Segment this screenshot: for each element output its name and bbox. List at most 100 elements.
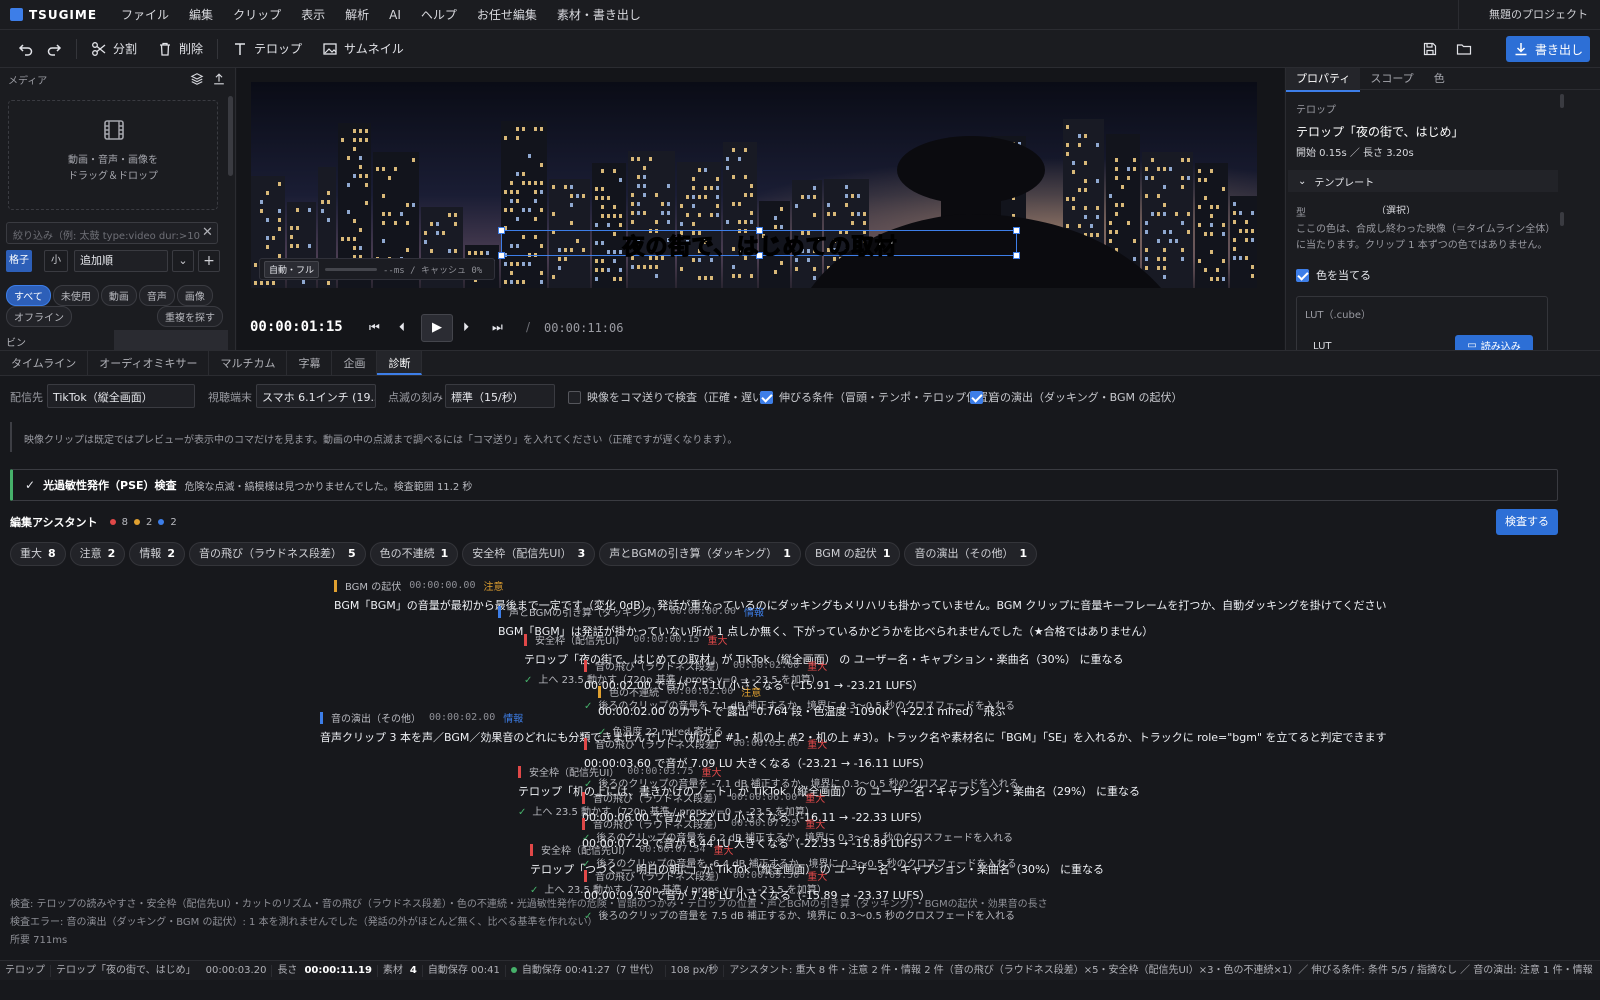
current-timecode[interactable]: 00:00:01:15 bbox=[250, 319, 343, 335]
menu-ai[interactable]: AI bbox=[379, 0, 411, 30]
template-scrollbar[interactable] bbox=[1560, 212, 1564, 226]
growth-conditions-checkbox[interactable]: 伸びる条件（冒頭・テンポ・テロップ位置） bbox=[760, 389, 999, 405]
category-filter-chip[interactable]: 音の飛び（ラウドネス段差） 5 bbox=[188, 542, 366, 566]
window-light bbox=[278, 227, 281, 231]
window-light bbox=[540, 127, 543, 131]
props-scrollbar[interactable] bbox=[1560, 94, 1564, 108]
issue-timestamp[interactable]: 00:00:02.00 bbox=[667, 686, 733, 697]
issue-timestamp[interactable]: 00:00:03.75 bbox=[627, 766, 693, 777]
render-mode-button[interactable]: 自動・フル bbox=[264, 260, 320, 278]
sort-dropdown-button[interactable]: ⌄ bbox=[172, 250, 194, 272]
menu-assets-export[interactable]: 素材・書き出し bbox=[547, 0, 651, 30]
thumbnail-button[interactable]: サムネイル bbox=[312, 34, 414, 64]
save-button[interactable] bbox=[1412, 34, 1448, 64]
category-filter-chip[interactable]: 音の演出（その他） 1 bbox=[904, 542, 1038, 566]
step-back-icon[interactable]: ⏴ bbox=[399, 320, 405, 335]
window-light bbox=[1066, 152, 1069, 156]
window-light bbox=[353, 174, 356, 178]
chip-all[interactable]: すべて bbox=[6, 285, 51, 306]
telop-button[interactable]: テロップ bbox=[222, 34, 312, 64]
chip-offline[interactable]: オフライン bbox=[6, 306, 72, 327]
category-filter-chip[interactable]: 色の不連続 1 bbox=[369, 542, 459, 566]
lut-load-button[interactable]: ▭ 読み込み bbox=[1455, 335, 1533, 350]
device-select[interactable]: スマホ 6.1インチ (19.5:9) bbox=[256, 384, 376, 408]
tab-properties[interactable]: プロパティ bbox=[1286, 68, 1361, 92]
category-filter-chip[interactable]: BGM の起伏 1 bbox=[804, 542, 901, 566]
tab-audio-mixer[interactable]: オーディオミキサー bbox=[88, 351, 210, 375]
issue-timestamp[interactable]: 00:00:07.29 bbox=[731, 818, 797, 829]
window-light bbox=[1133, 167, 1136, 171]
play-button[interactable]: ▶ bbox=[421, 314, 453, 342]
sort-select[interactable]: 追加順 bbox=[74, 250, 168, 272]
tab-scope[interactable]: スコープ bbox=[1360, 68, 1423, 90]
tab-planning[interactable]: 企画 bbox=[332, 351, 378, 375]
media-drop-zone[interactable]: 動画・音声・画像を ドラッグ＆ドロップ bbox=[8, 100, 218, 210]
caption-selection-box[interactable]: 夜の街で、はじめての取材 bbox=[498, 227, 1020, 261]
category-filter-chip[interactable]: 声とBGMの引き算（ダッキング） 1 bbox=[599, 542, 801, 566]
tab-multicam[interactable]: マルチカム bbox=[209, 351, 288, 375]
issue-timestamp[interactable]: 00:00:02.00 bbox=[429, 712, 495, 723]
export-button[interactable]: 書き出し bbox=[1506, 36, 1590, 62]
issue-timestamp[interactable]: 00:00:02.00 bbox=[733, 660, 799, 671]
run-check-button[interactable]: 検査する bbox=[1496, 509, 1558, 535]
destination-select[interactable]: TikTok（縦全画面） bbox=[47, 384, 195, 408]
menu-auto-edit[interactable]: お任せ編集 bbox=[467, 0, 547, 30]
issue-timestamp[interactable]: 00:00:03.60 bbox=[733, 738, 799, 749]
chip-image[interactable]: 画像 bbox=[176, 285, 213, 306]
media-scrollbar[interactable] bbox=[228, 96, 233, 176]
delete-button[interactable]: 削除 bbox=[147, 34, 213, 64]
issue-timestamp[interactable]: 00:00:06.00 bbox=[731, 792, 797, 803]
find-duplicates-button[interactable]: 重複を探す bbox=[157, 306, 223, 327]
menu-help[interactable]: ヘルプ bbox=[411, 0, 467, 30]
issue-header: 音の飛び（ラウドネス段差） 00:00:06.00 重大 bbox=[582, 790, 1013, 805]
go-to-end-icon[interactable]: ⏭ bbox=[492, 320, 503, 335]
timecode-separator: / bbox=[526, 320, 531, 334]
menu-analyze[interactable]: 解析 bbox=[335, 0, 379, 30]
issue-timestamp[interactable]: 00:00:00.00 bbox=[409, 580, 475, 591]
go-to-start-icon[interactable]: ⏮ bbox=[369, 320, 380, 335]
category-filter-chip[interactable]: 情報 2 bbox=[129, 542, 185, 566]
chip-unused[interactable]: 未使用 bbox=[52, 285, 99, 306]
media-thumbnail[interactable] bbox=[114, 330, 228, 350]
chip-video[interactable]: 動画 bbox=[100, 285, 137, 306]
view-grid-button[interactable]: 格子 bbox=[6, 250, 32, 272]
layers-icon[interactable] bbox=[190, 72, 204, 86]
undo-button[interactable] bbox=[8, 34, 44, 64]
tab-diagnostics[interactable]: 診断 bbox=[377, 351, 423, 375]
template-select[interactable]: （選択） bbox=[1376, 202, 1546, 214]
upload-icon[interactable] bbox=[212, 72, 226, 86]
clear-filter-icon[interactable]: ✕ bbox=[202, 225, 213, 240]
media-filter-input[interactable]: 絞り込み（例: 太鼓 type:video dur:>10 bbox=[6, 222, 218, 244]
issue-timestamp[interactable]: 00:00:09.50 bbox=[733, 870, 799, 881]
menu-edit[interactable]: 編集 bbox=[179, 0, 223, 30]
template-section-header[interactable]: ⌄ テンプレート bbox=[1288, 170, 1558, 192]
menu-view[interactable]: 表示 bbox=[291, 0, 335, 30]
issue-timestamp[interactable]: 00:00:07.54 bbox=[639, 844, 705, 855]
menu-file[interactable]: ファイル bbox=[111, 0, 179, 30]
split-button[interactable]: 分割 bbox=[81, 34, 147, 64]
category-filter-chip[interactable]: 安全枠（配信先UI） 3 bbox=[462, 542, 596, 566]
issue-timestamp[interactable]: 00:00:00.15 bbox=[633, 634, 699, 645]
audio-direction-checkbox[interactable]: 音の演出（ダッキング・BGM の起伏） bbox=[970, 389, 1183, 405]
issue-timestamp[interactable]: 00:00:00.00 bbox=[670, 606, 736, 617]
step-forward-icon[interactable]: ⏵ bbox=[463, 320, 469, 335]
redo-button[interactable] bbox=[44, 34, 72, 64]
project-name[interactable]: 無題のプロジェクト bbox=[1458, 0, 1600, 30]
tab-timeline[interactable]: タイムライン bbox=[0, 351, 89, 375]
frame-step-checkbox[interactable]: 映像をコマ送りで検査（正確・遅い） bbox=[568, 389, 774, 405]
add-bin-button[interactable]: + bbox=[198, 250, 220, 272]
props-section-label: テロップ bbox=[1296, 105, 1336, 116]
thumb-size-button[interactable]: 小 bbox=[44, 250, 68, 272]
window-light bbox=[857, 212, 860, 216]
category-filter-chip[interactable]: 注意 2 bbox=[69, 542, 126, 566]
window-light bbox=[1115, 212, 1118, 216]
app-logo: TSUGIME bbox=[0, 8, 111, 22]
chip-audio[interactable]: 音声 bbox=[138, 285, 175, 306]
tab-subtitles[interactable]: 字幕 bbox=[287, 351, 333, 375]
category-filter-chip[interactable]: 重大 8 bbox=[10, 542, 66, 566]
open-button[interactable] bbox=[1446, 34, 1482, 64]
menu-clip[interactable]: クリップ bbox=[223, 0, 291, 30]
apply-color-checkbox[interactable]: 色を当てる bbox=[1296, 267, 1371, 283]
flicker-select[interactable]: 標準（15/秒） bbox=[445, 384, 555, 408]
tab-color[interactable]: 色 bbox=[1424, 68, 1455, 90]
